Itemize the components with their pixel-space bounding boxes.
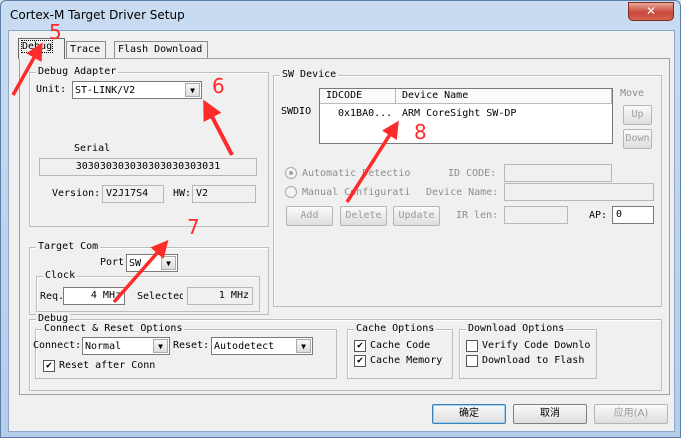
annotation-arrow-7 [112,240,169,304]
annotation-arrow-8 [345,120,399,203]
annotation-number-5: 5 [49,20,62,44]
annotation-arrow-5 [11,42,43,96]
annotation-number-7: 7 [187,215,200,239]
annotation-number-6: 6 [212,74,225,98]
annotation-arrows [11,42,399,304]
annotation-number-8: 8 [414,120,427,144]
annotation-arrow-6 [203,99,234,156]
